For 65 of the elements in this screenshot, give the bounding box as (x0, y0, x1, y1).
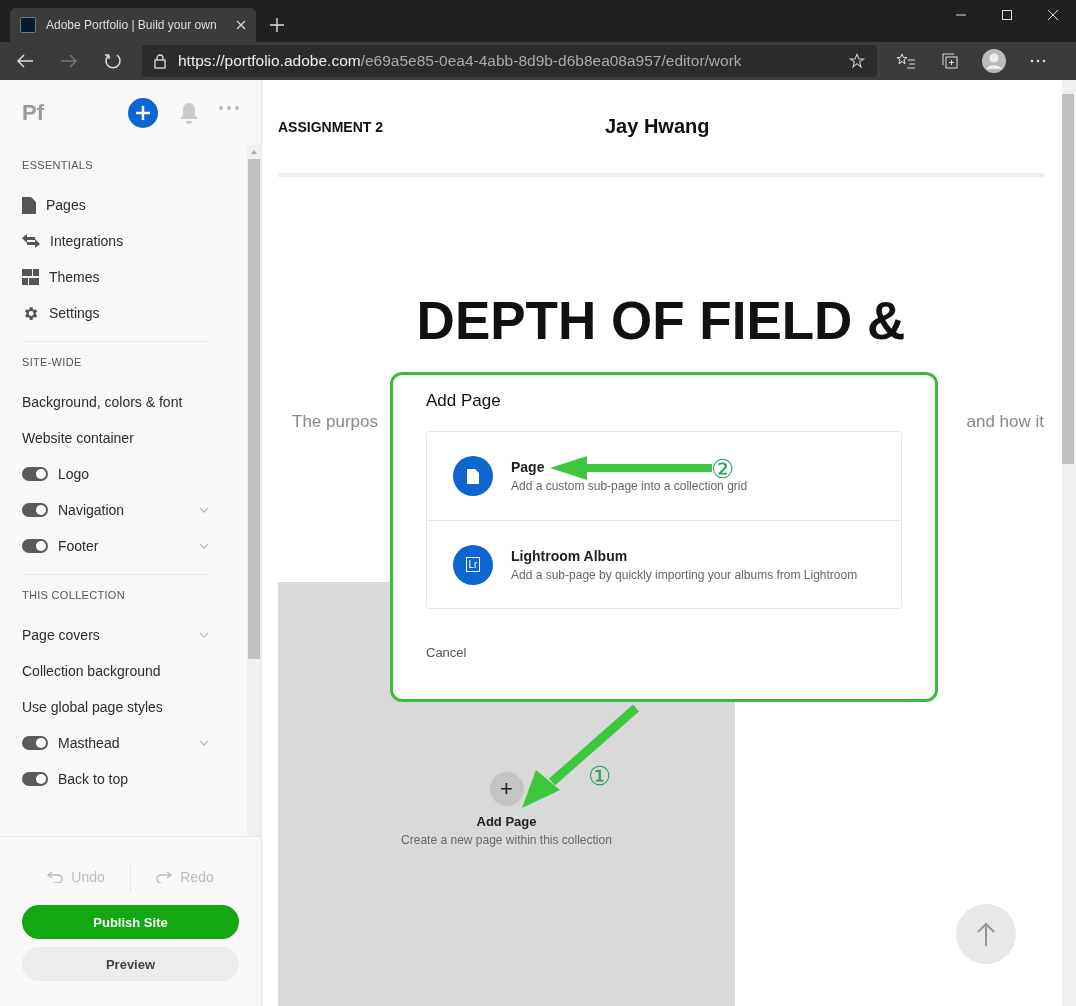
site-title[interactable]: Jay Hwang (605, 115, 710, 138)
favicon-icon (20, 17, 36, 33)
chevron-icon[interactable] (199, 632, 209, 638)
avatar-icon[interactable] (979, 46, 1009, 76)
section-heading: THIS COLLECTION (22, 589, 126, 603)
dialog-title: Add Page (426, 391, 502, 411)
chevron-icon[interactable] (199, 543, 209, 549)
toggle-switch[interactable] (22, 772, 48, 786)
option-description: Add a sub-page by quickly importing your albums from Lightroom (511, 567, 858, 582)
scrollbar[interactable] (1062, 80, 1076, 1006)
menu-item[interactable]: Background, colors & font (22, 394, 183, 410)
section-heading: ESSENTIALS (22, 159, 94, 173)
toggle-switch[interactable] (22, 539, 48, 553)
scrollbar[interactable] (247, 145, 261, 836)
option-description: Add a custom sub-page into a collection grid (511, 479, 748, 493)
step-number: ① (588, 763, 611, 789)
undo-icon (47, 871, 64, 883)
step-number: ② (711, 456, 734, 482)
menu-item[interactable]: Back to top (58, 771, 129, 787)
menu-item[interactable]: Themes (49, 269, 100, 285)
chevron-icon[interactable] (199, 740, 209, 746)
intro-text: The purpos (292, 412, 378, 432)
file-icon (22, 196, 36, 214)
lock-icon (154, 53, 166, 69)
section-label: ASSIGNMENT 2 (278, 118, 383, 135)
star-icon[interactable] (849, 53, 865, 69)
cancel-button[interactable]: Cancel (426, 645, 467, 660)
file-icon (453, 456, 493, 496)
preview-button[interactable]: Preview (22, 947, 239, 981)
add-page-title: Add Page (476, 814, 537, 829)
new-tab-icon[interactable] (270, 18, 284, 32)
menu-item[interactable]: Integrations (50, 233, 124, 249)
chevron-icon[interactable] (199, 507, 209, 513)
grid-icon (22, 269, 39, 285)
intro-text: and how it (966, 412, 1044, 432)
redo-icon (156, 871, 173, 883)
menu-item[interactable]: Logo (58, 466, 90, 482)
menu-item[interactable]: Website container (22, 430, 134, 446)
browser-tab[interactable]: Adobe Portfolio | Build your own (10, 8, 256, 42)
lightroom-icon: Lr (453, 544, 493, 585)
arrow-up-icon (977, 922, 995, 946)
tab-title: Adobe Portfolio | Build your own (46, 18, 218, 32)
more-icon[interactable] (219, 105, 239, 110)
toggle-switch[interactable] (22, 467, 48, 481)
toggle-switch[interactable] (22, 736, 48, 750)
arrows-icon (22, 234, 40, 248)
menu-item[interactable]: Use global page styles (22, 699, 163, 715)
menu-item[interactable]: Page covers (22, 627, 100, 643)
address-field[interactable]: https://portfolio.adobe.com/e69a5e85-0ea4-4abb-8d9b-d6b8ea08a957/editor/work (142, 45, 877, 77)
menu-item[interactable]: Pages (46, 197, 86, 213)
menu-item[interactable]: Navigation (58, 502, 125, 518)
option-title[interactable]: Lightroom Album (511, 547, 628, 564)
add-page-button[interactable]: + (489, 772, 524, 806)
menu-item[interactable]: Settings (49, 305, 100, 321)
settings-icon (22, 304, 39, 322)
menu-item[interactable]: Masthead (58, 735, 120, 751)
add-page-subtitle: Create a new page within this collection (401, 833, 612, 847)
menu-item[interactable]: Footer (58, 538, 99, 554)
page-title: DEPTH OF FIELD & (415, 292, 907, 350)
menu-item[interactable]: Collection background (22, 663, 161, 679)
toggle-switch[interactable] (22, 503, 48, 517)
close-icon[interactable] (236, 20, 246, 30)
option-title[interactable]: Page (511, 459, 545, 475)
add-icon[interactable] (128, 97, 158, 128)
section-heading: SITE-WIDE (22, 356, 83, 370)
